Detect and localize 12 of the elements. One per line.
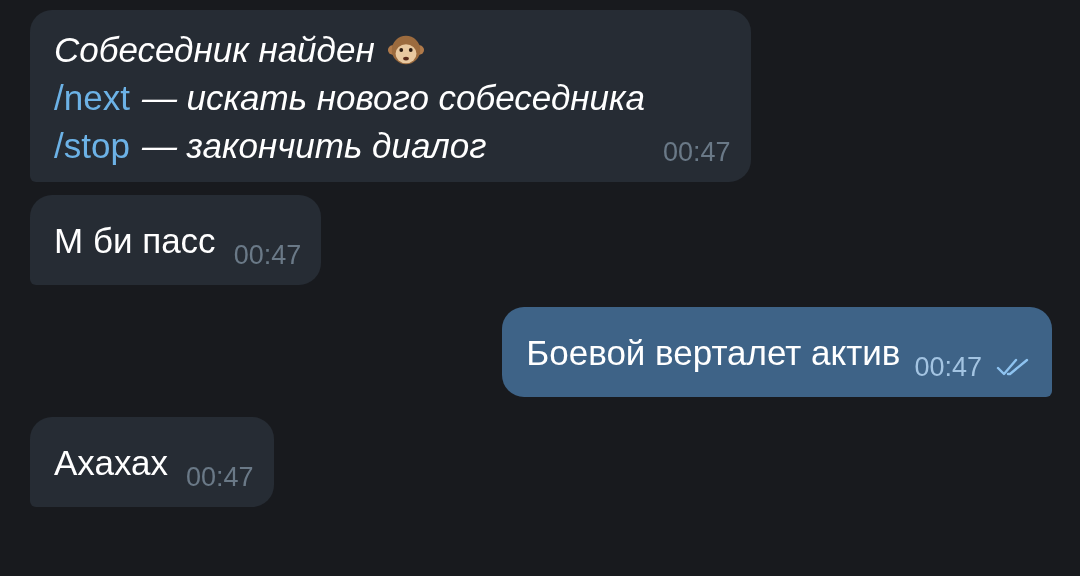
message-time: 00:47 bbox=[914, 351, 982, 383]
command-link[interactable]: /next bbox=[54, 74, 130, 122]
message-text: Ахахах bbox=[54, 442, 168, 484]
message-text: Собеседник найден bbox=[54, 29, 375, 71]
message-time: 00:47 bbox=[186, 461, 254, 493]
command-description: — искать нового собеседника bbox=[141, 77, 645, 119]
message-text: М би пасс bbox=[54, 220, 216, 262]
command-description: — закончить диалог bbox=[141, 125, 487, 167]
message-text: Боевой верталет актив bbox=[526, 332, 901, 374]
message-time: 00:47 bbox=[662, 136, 731, 168]
command-link[interactable]: /stop bbox=[54, 122, 130, 170]
message-time: 00:47 bbox=[233, 239, 302, 271]
